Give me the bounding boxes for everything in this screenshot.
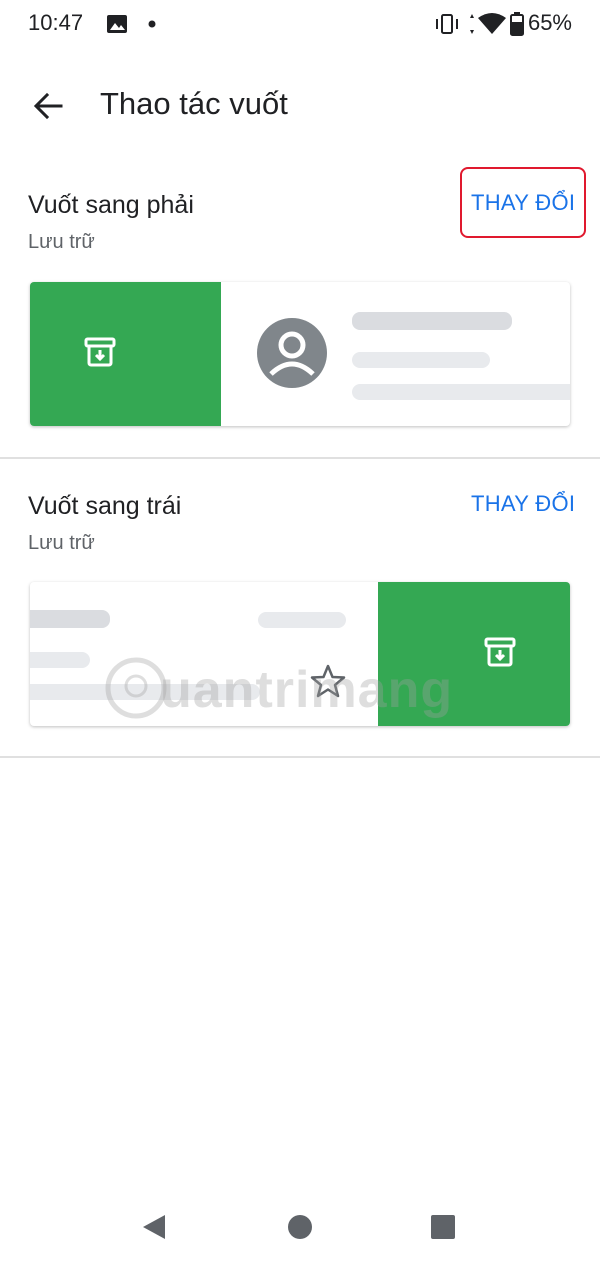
avatar-placeholder xyxy=(257,318,327,388)
archive-icon xyxy=(84,337,116,367)
swipe-left-subtitle: Lưu trữ xyxy=(28,532,95,554)
dot-icon xyxy=(148,20,156,28)
swipe-right-title: Vuốt sang phải xyxy=(28,191,194,219)
nav-home-icon xyxy=(288,1215,312,1239)
section-divider xyxy=(0,457,600,459)
arrow-back-icon xyxy=(33,92,63,120)
back-button[interactable] xyxy=(24,82,72,130)
swipe-right-preview xyxy=(30,282,570,426)
nav-back-button[interactable] xyxy=(126,1203,182,1251)
battery-icon xyxy=(510,12,524,36)
placeholder-line xyxy=(352,312,512,330)
placeholder-line xyxy=(352,352,490,368)
nav-recents-icon xyxy=(431,1215,455,1239)
placeholder-line xyxy=(30,610,110,628)
watermark-logo-icon xyxy=(105,657,167,719)
nav-back-icon xyxy=(143,1215,165,1239)
vibrate-icon xyxy=(436,14,458,34)
nav-home-button[interactable] xyxy=(272,1203,328,1251)
image-icon xyxy=(107,15,127,33)
swipe-right-action-area xyxy=(30,282,221,426)
section-divider xyxy=(0,756,600,758)
swipe-left-change-button[interactable]: THAY ĐỔI xyxy=(471,491,575,517)
archive-icon xyxy=(484,637,516,667)
wifi-icon xyxy=(470,13,506,34)
status-time: 10:47 xyxy=(28,10,84,35)
page-title: Thao tác vuốt xyxy=(100,86,288,121)
nav-recents-button[interactable] xyxy=(415,1203,471,1251)
placeholder-line xyxy=(352,384,570,400)
placeholder-line xyxy=(30,652,90,668)
battery-percent: 65% xyxy=(527,10,572,35)
placeholder-line xyxy=(258,612,346,628)
swipe-right-subtitle: Lưu trữ xyxy=(28,231,95,253)
swipe-right-change-button[interactable]: THAY ĐỔI xyxy=(471,190,575,216)
swipe-left-title: Vuốt sang trái xyxy=(28,492,182,520)
watermark-text: uantrimang xyxy=(160,661,454,719)
